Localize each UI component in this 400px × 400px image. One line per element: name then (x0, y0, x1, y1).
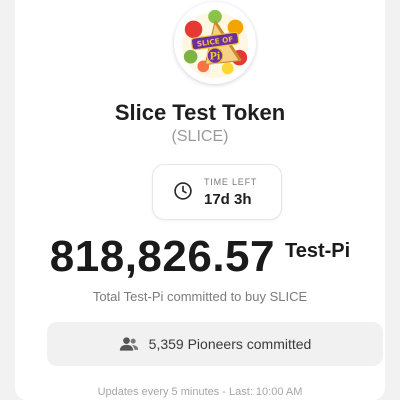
committed-unit: Test-Pi (285, 240, 351, 262)
time-left-value: 17d 3h (204, 191, 252, 208)
slice-of-pi-logo-icon: SLICE OF Pi (181, 9, 249, 79)
token-logo: SLICE OF Pi (174, 2, 256, 84)
time-left-box: TIME LEFT 17d 3h (152, 164, 282, 220)
time-left-label: TIME LEFT (204, 177, 258, 187)
token-card: SLICE OF Pi Slice Test Token (SLICE) TIM… (15, 0, 385, 400)
update-info: Updates every 5 minutes - Last: 10:00 AM (97, 386, 303, 398)
logo-text-bottom: Pi (209, 52, 220, 63)
token-symbol: (SLICE) (171, 128, 229, 145)
committed-caption: Total Test-Pi committed to buy SLICE (92, 289, 308, 304)
committed-amount-row: 818,826.57 Test-Pi (15, 232, 385, 282)
pioneers-committed-box: 5,359 Pioneers committed (47, 322, 383, 366)
users-icon (119, 337, 138, 351)
pioneers-committed-text: 5,359 Pioneers committed (148, 336, 312, 352)
committed-amount: 818,826.57 (49, 232, 275, 281)
token-name: Slice Test Token (114, 100, 286, 125)
clock-icon (174, 182, 192, 200)
